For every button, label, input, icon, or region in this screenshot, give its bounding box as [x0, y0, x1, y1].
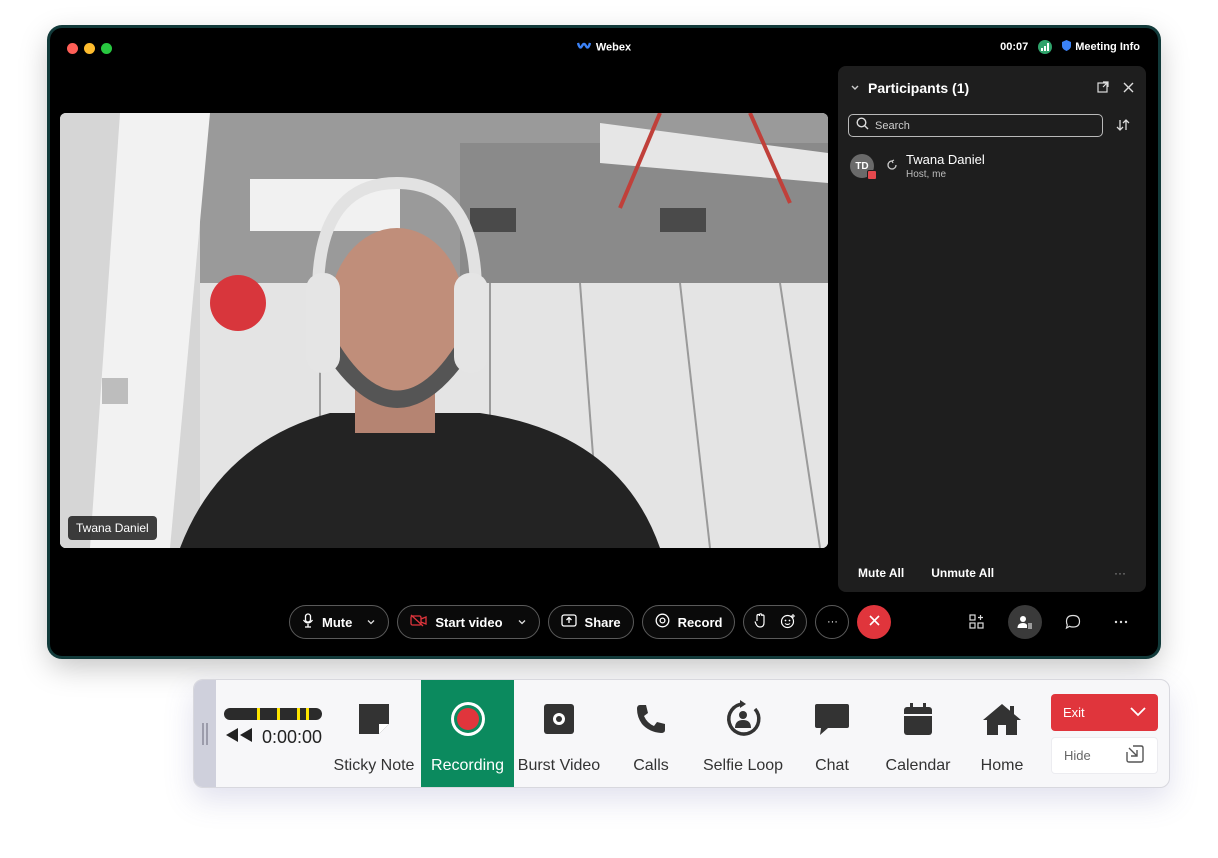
webex-window: Webex 00:07 Meeting Info Twana Daniel Pa… — [50, 28, 1158, 656]
calendar-icon — [903, 699, 933, 739]
close-icon — [869, 613, 880, 631]
more-options-button[interactable]: ··· — [815, 605, 850, 639]
chevron-down-icon[interactable] — [366, 615, 376, 630]
playback-widget: 0:00:00 — [224, 708, 322, 749]
record-icon — [449, 699, 487, 739]
rewind-icon[interactable] — [224, 726, 254, 749]
search-icon — [856, 116, 869, 135]
burst-video-button[interactable]: Burst Video — [516, 680, 602, 787]
unmute-all-button[interactable]: Unmute All — [931, 566, 994, 580]
mute-button[interactable]: Mute — [289, 605, 390, 639]
record-icon — [655, 613, 670, 631]
panel-title: Participants (1) — [868, 80, 970, 96]
video-tile: Twana Daniel — [60, 113, 828, 548]
panel-more-button[interactable]: ··· — [1114, 566, 1126, 580]
participants-icon[interactable] — [1008, 605, 1042, 639]
share-button[interactable]: Share — [547, 605, 634, 639]
start-video-button[interactable]: Start video — [397, 605, 540, 639]
reactions-icon[interactable] — [780, 613, 796, 632]
minimize-icon — [1125, 744, 1145, 767]
timeline-bar[interactable] — [224, 708, 322, 720]
calls-button[interactable]: Calls — [614, 680, 688, 787]
recording-button[interactable]: Recording — [421, 680, 514, 787]
popout-icon[interactable] — [1097, 80, 1109, 96]
participant-search-field[interactable] — [848, 114, 1103, 137]
home-button[interactable]: Home — [964, 680, 1040, 787]
participants-panel: Participants (1) TD — [838, 66, 1146, 592]
calendar-button[interactable]: Calendar — [877, 680, 959, 787]
end-call-button[interactable] — [857, 605, 892, 639]
title-bar: Webex 00:07 Meeting Info — [50, 28, 1158, 68]
participant-name: Twana Daniel — [906, 152, 985, 167]
participant-role: Host, me — [906, 169, 947, 180]
record-button[interactable]: Record — [641, 605, 736, 639]
sort-icon[interactable] — [1116, 118, 1130, 137]
chat-icon — [814, 699, 850, 739]
sticky-note-icon — [357, 699, 391, 739]
chevron-down-icon[interactable] — [1130, 705, 1146, 720]
apps-icon[interactable] — [960, 605, 994, 639]
avatar: TD — [850, 154, 877, 180]
camera-feed — [60, 113, 828, 548]
microphone-icon — [302, 613, 314, 631]
recorder-toolbar: 0:00:00 Sticky Note Recording Burst Vide… — [193, 679, 1170, 788]
meeting-info-button[interactable]: Meeting Info — [1062, 40, 1140, 54]
drag-handle[interactable] — [194, 680, 216, 787]
chevron-down-icon[interactable] — [517, 615, 527, 630]
presenter-badge-icon — [867, 170, 877, 180]
elapsed-time: 0:00:00 — [262, 727, 323, 747]
meeting-controls: Mute Start video Share Record ··· — [289, 605, 892, 639]
selfie-loop-icon — [723, 699, 763, 739]
reactions-group — [743, 605, 808, 639]
exit-button[interactable]: Exit — [1051, 694, 1158, 731]
hide-button[interactable]: Hide — [1051, 737, 1158, 774]
search-input[interactable] — [875, 119, 1075, 132]
chat-button[interactable]: Chat — [794, 680, 870, 787]
app-title: Webex — [50, 41, 1158, 54]
close-panel-icon[interactable] — [1123, 80, 1134, 96]
sticky-note-button[interactable]: Sticky Note — [330, 680, 418, 787]
mute-all-button[interactable]: Mute All — [858, 566, 904, 580]
share-screen-icon — [560, 614, 577, 630]
more-icon[interactable] — [1104, 605, 1138, 639]
video-name-tag: Twana Daniel — [68, 516, 157, 540]
raise-hand-icon[interactable] — [754, 613, 766, 631]
shield-icon — [1062, 40, 1072, 54]
video-off-icon — [410, 614, 427, 630]
webex-logo-icon — [576, 41, 592, 54]
collapse-panel-icon[interactable] — [850, 80, 860, 96]
connecting-icon — [886, 158, 898, 176]
phone-icon — [635, 699, 667, 739]
panel-toggles — [960, 605, 1138, 639]
camera-icon — [543, 699, 575, 739]
chat-icon[interactable] — [1056, 605, 1090, 639]
selfie-loop-button[interactable]: Selfie Loop — [700, 680, 786, 787]
network-signal-icon[interactable] — [1038, 40, 1053, 54]
participant-row[interactable]: TD Twana Daniel Host, me — [850, 152, 985, 180]
meeting-timer: 00:07 — [1000, 41, 1029, 53]
home-icon — [982, 699, 1022, 739]
